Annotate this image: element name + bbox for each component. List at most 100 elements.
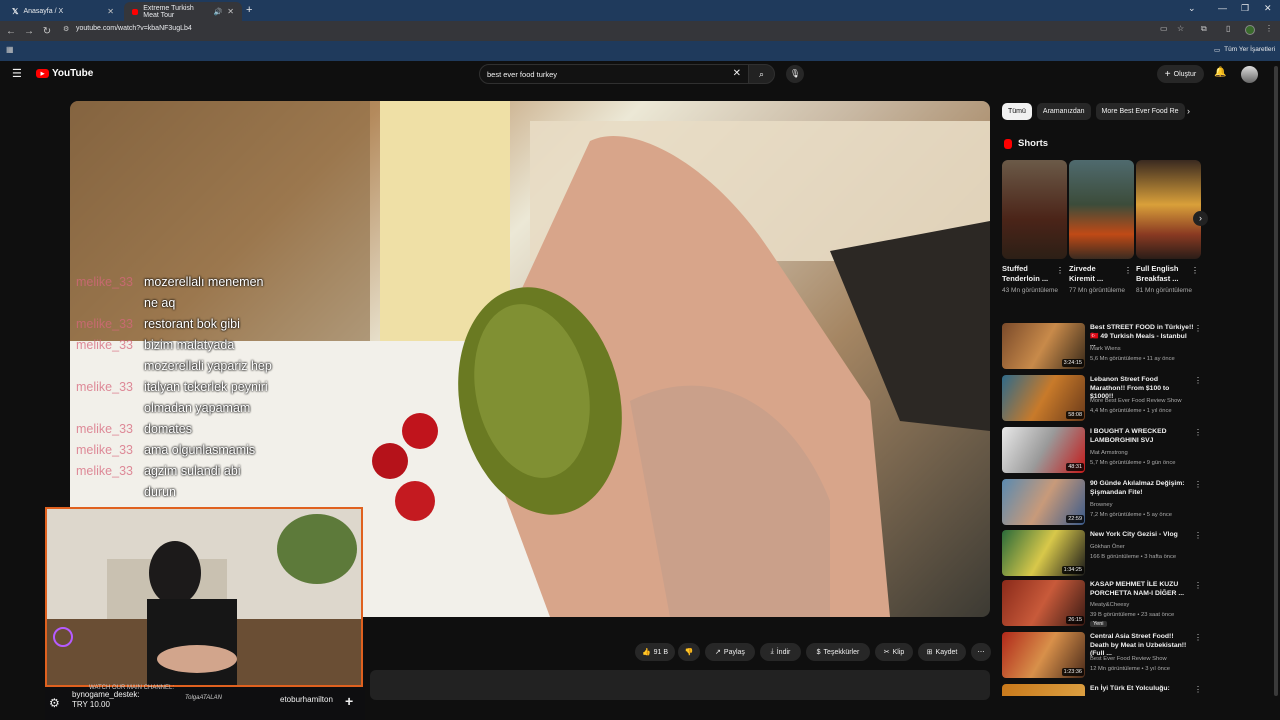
- more-options-icon[interactable]: ⋮: [1194, 531, 1202, 540]
- recommended-video[interactable]: 3:24:15 Best STREET FOOD in Türkiye!! 🇹🇷…: [1002, 323, 1202, 371]
- add-icon[interactable]: +: [345, 693, 353, 709]
- sidebar-icon[interactable]: ▯: [1226, 24, 1230, 33]
- voice-search-button[interactable]: 🎙: [786, 65, 804, 83]
- download-button[interactable]: ⤓ İndir: [760, 643, 801, 661]
- chip-from-search[interactable]: Aramanızdan: [1036, 103, 1091, 120]
- video-thumbnail[interactable]: 1:23:36: [1002, 632, 1085, 678]
- channel-name[interactable]: Meaty&Cheesy: [1090, 602, 1129, 608]
- like-button[interactable]: 👍 91 B: [635, 643, 675, 661]
- duration-badge: 1:34:25: [1061, 566, 1084, 574]
- chip-more-best-ever-food[interactable]: More Best Ever Food Re: [1095, 103, 1185, 120]
- bookmark-star-icon[interactable]: ☆: [1177, 24, 1184, 33]
- audio-playing-icon[interactable]: 🔊: [214, 8, 223, 16]
- recommended-video[interactable]: 48:31 I BOUGHT A WRECKED LAMBORGHINI SVJ…: [1002, 427, 1202, 475]
- recommended-video[interactable]: 22:59 90 Günde Akılalmaz Değişim: Şişman…: [1002, 479, 1202, 527]
- video-thumbnail[interactable]: 22:59: [1002, 479, 1085, 525]
- search-button[interactable]: ⌕: [748, 64, 775, 84]
- save-button[interactable]: ⊞ Kaydet: [918, 643, 966, 661]
- settings-sliders-icon[interactable]: ⚙: [49, 696, 60, 710]
- search-input[interactable]: best ever food turkey ✕: [479, 64, 749, 84]
- recommended-video[interactable]: 58:08 Lebanon Street Food Marathon!! Fro…: [1002, 375, 1202, 423]
- chips-next-icon[interactable]: ›: [1187, 106, 1190, 116]
- video-title[interactable]: En İyi Türk Et Yolculuğu:: [1090, 685, 1194, 694]
- description-box[interactable]: [370, 670, 990, 700]
- maximize-button[interactable]: ❐: [1241, 3, 1249, 14]
- thanks-button[interactable]: $ Teşekkürler: [806, 643, 870, 661]
- short-thumbnail[interactable]: [1002, 160, 1067, 259]
- notifications-bell-icon[interactable]: 🔔: [1214, 67, 1226, 78]
- all-bookmarks[interactable]: ▭ Tüm Yer İşaretleri: [1214, 46, 1275, 54]
- reload-icon[interactable]: ↻: [38, 26, 56, 37]
- share-button[interactable]: ↗ Paylaş: [705, 643, 755, 661]
- tab-search-icon[interactable]: ⌄: [1188, 3, 1196, 14]
- more-options-icon[interactable]: ⋮: [1194, 428, 1202, 437]
- short-thumbnail[interactable]: [1069, 160, 1134, 259]
- video-thumbnail[interactable]: 3:24:15: [1002, 323, 1085, 369]
- new-tab-button[interactable]: +: [246, 4, 252, 16]
- minimize-button[interactable]: —: [1218, 3, 1227, 13]
- shorts-next-icon[interactable]: ›: [1193, 211, 1208, 226]
- tab-youtube[interactable]: Extreme Turkish Meat Tour 🔊 ✕: [124, 2, 242, 21]
- short-title[interactable]: Stuffed Tenderloin ...: [1002, 264, 1056, 284]
- video-title[interactable]: KASAP MEHMET İLE KUZU PORCHETTA NAM-I Dİ…: [1090, 581, 1194, 598]
- extensions-icon[interactable]: ⧉: [1201, 24, 1207, 34]
- recommended-video[interactable]: En İyi Türk Et Yolculuğu: ⋮: [1002, 684, 1202, 696]
- video-title[interactable]: 90 Günde Akılalmaz Değişim: Şişmandan Fi…: [1090, 480, 1194, 497]
- video-thumbnail[interactable]: 48:31: [1002, 427, 1085, 473]
- duration-badge: 1:23:36: [1061, 668, 1084, 676]
- channel-name[interactable]: Browney: [1090, 502, 1113, 508]
- url-field[interactable]: youtube.com/watch?v=kbaNF3ugLb4: [76, 25, 192, 32]
- account-avatar[interactable]: [1241, 66, 1258, 83]
- short-more-icon[interactable]: ⋮: [1124, 266, 1132, 275]
- video-title[interactable]: I BOUGHT A WRECKED LAMBORGHINI SVJ: [1090, 428, 1194, 445]
- close-tab-icon[interactable]: ✕: [227, 7, 234, 16]
- channel-name[interactable]: Mark Wiens: [1090, 346, 1121, 352]
- close-window-button[interactable]: ✕: [1264, 3, 1272, 14]
- video-thumbnail[interactable]: 1:34:25: [1002, 530, 1085, 576]
- site-info-icon[interactable]: ⚙: [63, 25, 69, 33]
- tab-x-home[interactable]: 𝕏 Anasayfa / X ✕: [4, 2, 122, 21]
- forward-icon[interactable]: →: [20, 26, 38, 37]
- more-options-icon[interactable]: ⋮: [1194, 480, 1202, 489]
- apps-icon[interactable]: ▦: [6, 45, 14, 54]
- short-title[interactable]: Zirvede Kiremit ...: [1069, 264, 1123, 284]
- channel-name[interactable]: More Best Ever Food Review Show: [1090, 398, 1182, 404]
- video-thumbnail[interactable]: [1002, 684, 1085, 696]
- close-tab-icon[interactable]: ✕: [107, 7, 114, 16]
- short-title[interactable]: Full English Breakfast ...: [1136, 264, 1190, 284]
- short-more-icon[interactable]: ⋮: [1191, 266, 1199, 275]
- hamburger-menu-icon[interactable]: ☰: [12, 67, 22, 80]
- page-scrollbar[interactable]: [1274, 66, 1278, 696]
- chat-line: melike_33 restorant bok gibi: [76, 314, 272, 335]
- download-icon: ⤓: [770, 648, 774, 655]
- video-title[interactable]: New York City Gezisi - Vlog: [1090, 531, 1194, 540]
- video-title[interactable]: Central Asia Street Food!! Death by Meat…: [1090, 633, 1194, 659]
- channel-name[interactable]: Best Ever Food Review Show: [1090, 656, 1167, 662]
- chip-all[interactable]: Tümü: [1002, 103, 1032, 120]
- video-thumbnail[interactable]: 26:15: [1002, 580, 1085, 626]
- create-button[interactable]: + Oluştur: [1157, 65, 1204, 83]
- channel-name[interactable]: Gökhan Öner: [1090, 544, 1125, 550]
- more-options-icon[interactable]: ⋮: [1194, 324, 1202, 333]
- short-more-icon[interactable]: ⋮: [1056, 266, 1064, 275]
- recommended-video[interactable]: 1:23:36 Central Asia Street Food!! Death…: [1002, 632, 1202, 680]
- back-icon[interactable]: ←: [2, 26, 20, 37]
- more-options-icon[interactable]: ⋮: [1194, 581, 1202, 590]
- cast-icon[interactable]: ▭: [1160, 24, 1168, 33]
- recommended-video[interactable]: 1:34:25 New York City Gezisi - Vlog Gökh…: [1002, 530, 1202, 578]
- more-actions-button[interactable]: ⋯: [971, 643, 991, 661]
- profile-avatar[interactable]: [1245, 25, 1255, 35]
- more-options-icon[interactable]: ⋮: [1194, 685, 1202, 694]
- youtube-logo[interactable]: ▶ YouTube: [36, 68, 93, 79]
- clip-button[interactable]: ✂ Klip: [875, 643, 913, 661]
- dislike-button[interactable]: 👎: [678, 643, 700, 661]
- more-options-icon[interactable]: ⋮: [1194, 376, 1202, 385]
- duration-badge: 26:15: [1066, 616, 1084, 624]
- video-thumbnail[interactable]: 58:08: [1002, 375, 1085, 421]
- short-thumbnail[interactable]: [1136, 160, 1201, 259]
- clear-search-icon[interactable]: ✕: [733, 68, 741, 79]
- recommended-video[interactable]: 26:15 KASAP MEHMET İLE KUZU PORCHETTA NA…: [1002, 580, 1202, 628]
- channel-name[interactable]: Mat Armstrong: [1090, 450, 1128, 456]
- more-options-icon[interactable]: ⋮: [1194, 633, 1202, 642]
- menu-icon[interactable]: ⋮: [1265, 24, 1273, 33]
